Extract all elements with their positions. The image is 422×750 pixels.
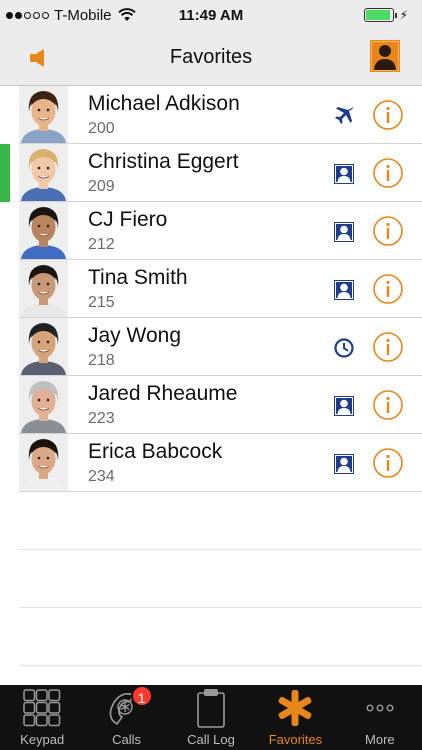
avatar-photo — [19, 376, 68, 433]
charging-bolt-icon: ⚡ — [399, 8, 408, 22]
tab-more[interactable]: More — [338, 685, 422, 750]
more-icon — [366, 704, 394, 712]
signal-dot — [42, 11, 49, 19]
contact-extension: 212 — [88, 236, 115, 253]
info-icon[interactable] — [372, 389, 404, 421]
contact-extension: 234 — [88, 468, 115, 485]
favorite-row[interactable]: Christina Eggert 209 — [0, 144, 422, 202]
signal-dot — [24, 11, 31, 19]
contact-name: Michael Adkison — [88, 92, 240, 115]
empty-list-row — [19, 608, 422, 666]
contacts-icon[interactable] — [370, 40, 400, 72]
contact-name: Tina Smith — [88, 266, 188, 289]
call-log-icon — [197, 689, 225, 728]
carrier-name: T-Mobile — [54, 6, 112, 24]
contact-extension: 200 — [88, 120, 115, 137]
favorite-row[interactable]: CJ Fiero 212 — [19, 202, 422, 260]
wifi-icon — [117, 8, 136, 21]
avatar — [19, 260, 68, 317]
page-title: Favorites — [169, 46, 253, 68]
contact-card-icon — [334, 454, 354, 474]
favorite-row[interactable]: Erica Babcock 234 — [19, 434, 422, 492]
tab-label: More — [365, 732, 395, 747]
empty-list-row — [19, 550, 422, 608]
avatar-photo — [19, 434, 68, 491]
contact-extension: 218 — [88, 352, 115, 369]
favorite-row[interactable]: Tina Smith 215 — [19, 260, 422, 318]
tab-icon-wrapper — [20, 687, 64, 729]
info-icon[interactable] — [372, 331, 404, 363]
tab-keypad[interactable]: Keypad — [0, 685, 84, 750]
avatar — [19, 202, 68, 259]
tab-label: Favorites — [268, 732, 323, 747]
tab-label: Call Log — [187, 732, 235, 747]
avatar — [19, 144, 68, 201]
contact-card-icon — [334, 280, 354, 300]
contact-name: Jared Rheaume — [88, 382, 238, 405]
favorite-row[interactable]: Jared Rheaume 223 — [19, 376, 422, 434]
contact-card-icon — [334, 222, 354, 242]
tab-label: Keypad — [20, 732, 65, 747]
contact-name: Erica Babcock — [88, 440, 223, 463]
tab-call-log[interactable]: Call Log — [169, 685, 253, 750]
favorite-row[interactable]: Jay Wong 218 — [19, 318, 422, 376]
tab-label: Calls — [112, 732, 142, 747]
contact-card-icon — [334, 396, 354, 416]
contact-extension: 223 — [88, 410, 115, 427]
contact-name: Christina Eggert — [88, 150, 239, 173]
signal-dot — [6, 11, 13, 19]
avatar-photo — [19, 318, 68, 375]
speaker-icon[interactable] — [28, 47, 50, 69]
battery-level — [365, 10, 391, 20]
empty-list-row — [19, 492, 422, 550]
contact-name: CJ Fiero — [88, 208, 168, 231]
tab-favorites[interactable]: Favorites — [253, 685, 337, 750]
avatar — [19, 86, 68, 143]
tab-icon-wrapper — [273, 687, 317, 729]
clock-icon — [334, 338, 354, 358]
info-icon[interactable] — [372, 447, 404, 479]
unread-badge: 1 — [130, 685, 153, 707]
info-icon[interactable] — [372, 99, 404, 131]
contact-card-icon — [334, 164, 354, 184]
contact-name: Jay Wong — [88, 324, 181, 347]
favorite-row[interactable]: Michael Adkison 200 — [19, 86, 422, 144]
tab-bar: Keypad 1 Calls Call Log Favorites More — [0, 685, 422, 750]
avatar-photo — [19, 86, 68, 143]
contact-extension: 215 — [88, 294, 115, 311]
avatar — [19, 318, 68, 375]
avatar — [19, 376, 68, 433]
avatar-photo — [19, 144, 68, 201]
signal-dot — [33, 11, 40, 19]
tab-icon-wrapper: 1 — [105, 685, 153, 729]
active-call-indicator — [0, 144, 10, 202]
tab-icon-wrapper — [189, 687, 233, 729]
info-icon[interactable] — [372, 157, 404, 189]
signal-dot — [15, 11, 22, 19]
info-icon[interactable] — [372, 273, 404, 305]
contact-extension: 209 — [88, 178, 115, 195]
avatar — [19, 434, 68, 491]
airplane-icon — [335, 107, 354, 124]
navigation-bar: Favorites — [0, 30, 422, 86]
favorites-list: Michael Adkison 200 Christina Eggert 209 CJ … — [0, 86, 422, 666]
signal-strength-icon — [6, 11, 49, 19]
tab-icon-wrapper — [358, 687, 402, 729]
battery-icon: ⚡ — [363, 8, 408, 22]
favorites-asterisk-icon — [278, 690, 312, 726]
status-bar: T-Mobile 11:49 AM ⚡ — [0, 0, 422, 30]
avatar-photo — [19, 260, 68, 317]
keypad-icon — [23, 689, 61, 727]
info-icon[interactable] — [372, 215, 404, 247]
tab-calls[interactable]: 1 Calls — [84, 685, 168, 750]
avatar-photo — [19, 202, 68, 259]
